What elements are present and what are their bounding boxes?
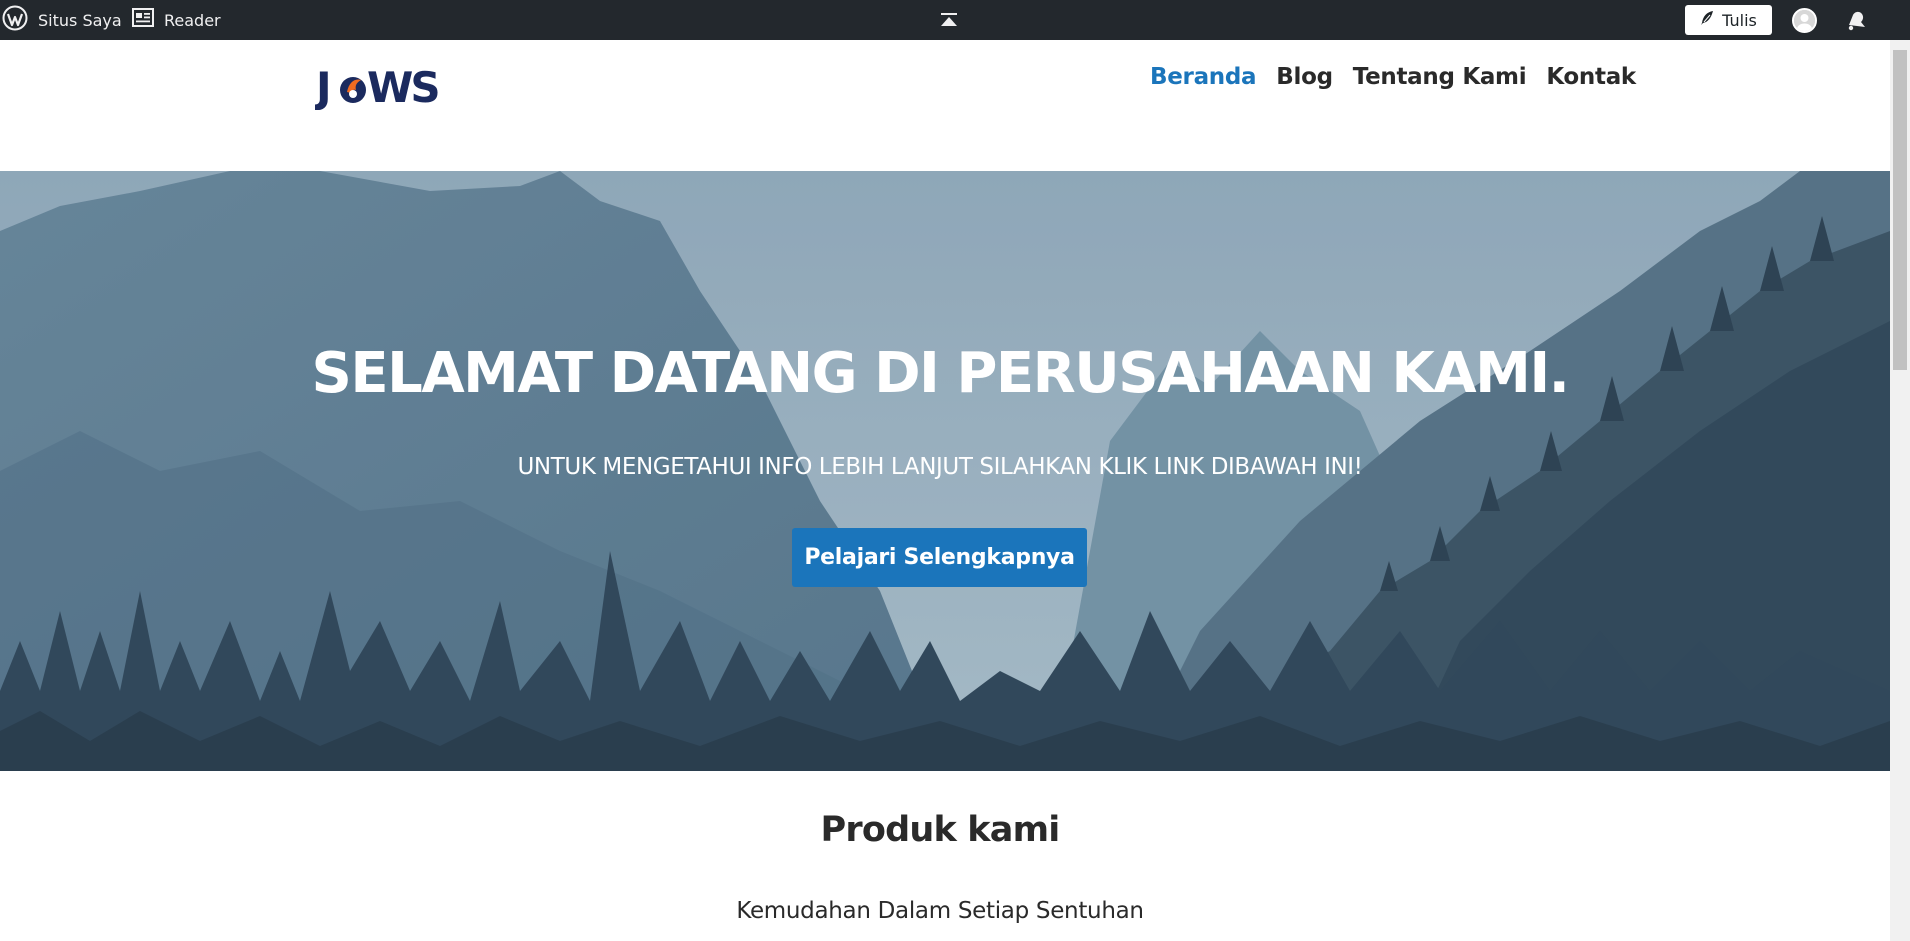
nav-item-kontak[interactable]: Kontak (1546, 64, 1636, 90)
wordpress-icon (2, 5, 28, 35)
my-site-link[interactable]: Situs Saya (2, 0, 122, 40)
learn-more-button[interactable]: Pelajari Selengkapnya (792, 528, 1087, 587)
write-button[interactable]: Tulis (1685, 5, 1772, 35)
write-label: Tulis (1722, 10, 1757, 30)
hero-subtitle: UNTUK MENGETAHUI INFO LEBIH LANJUT SILAH… (517, 454, 1363, 480)
site-logo[interactable]: J WS (313, 62, 441, 112)
admin-bar: Situs Saya Reader Tulis (0, 0, 1910, 40)
collapse-up-icon[interactable] (938, 0, 960, 40)
products-title: Produk kami (820, 810, 1061, 850)
svg-text:J: J (315, 63, 331, 110)
hero-title: SELAMAT DATANG DI PERUSAHAAN KAMI. (311, 341, 1570, 406)
reader-icon (132, 8, 154, 32)
svg-text:WS: WS (367, 63, 438, 110)
reader-label: Reader (164, 10, 221, 30)
avatar[interactable] (1792, 8, 1817, 33)
feather-icon (1700, 10, 1714, 30)
nav-item-beranda[interactable]: Beranda (1150, 64, 1257, 90)
hero-section: SELAMAT DATANG DI PERUSAHAAN KAMI. UNTUK… (0, 171, 1890, 771)
reader-link[interactable]: Reader (132, 0, 221, 40)
nav-item-blog[interactable]: Blog (1276, 64, 1333, 90)
page-scrollbar[interactable] (1890, 40, 1910, 941)
nav-item-tentang-kami[interactable]: Tentang Kami (1353, 64, 1527, 90)
main-nav: Beranda Blog Tentang Kami Kontak (1150, 64, 1636, 90)
scrollbar-thumb[interactable] (1893, 50, 1907, 370)
products-subtitle: Kemudahan Dalam Setiap Sentuhan (736, 898, 1144, 924)
site-header: J WS Beranda Blog Tentang Kami Kontak (0, 40, 1890, 171)
bell-icon[interactable] (1843, 8, 1869, 36)
my-site-label: Situs Saya (38, 10, 122, 30)
